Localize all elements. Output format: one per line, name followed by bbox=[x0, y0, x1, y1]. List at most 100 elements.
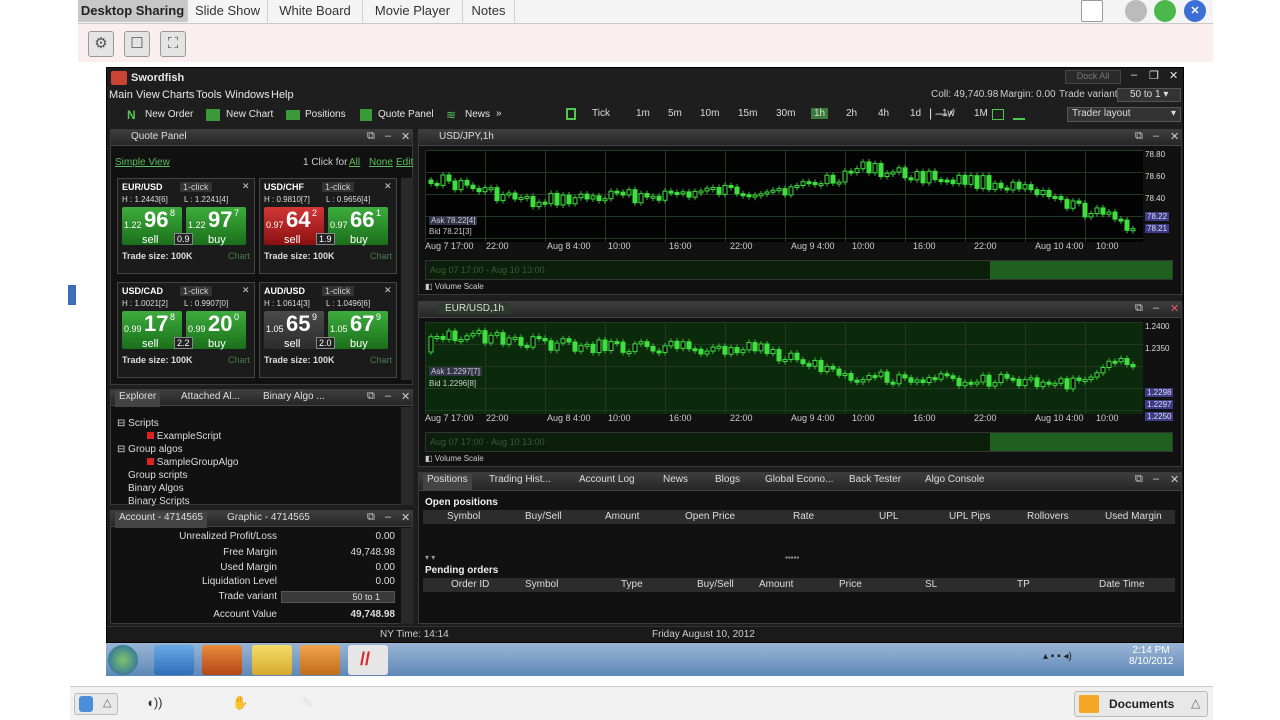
column-header[interactable]: Symbol bbox=[447, 511, 480, 522]
timeframe-15m[interactable]: 15m bbox=[735, 108, 760, 119]
chart1-navigator[interactable]: Aug 07 17:00 - Aug 10 13:00 bbox=[425, 260, 1173, 280]
column-header[interactable]: Symbol bbox=[525, 579, 558, 590]
tab-slide-show[interactable]: Slide Show bbox=[188, 0, 268, 22]
tab-algo-console[interactable]: Algo Console bbox=[925, 474, 984, 490]
menu-view[interactable]: View bbox=[136, 89, 160, 101]
edit-link[interactable]: Edit bbox=[396, 157, 413, 168]
tree-scripts[interactable]: ⊟ Scripts bbox=[117, 418, 159, 429]
chart1-plot[interactable] bbox=[425, 150, 1143, 242]
tab-attached-algos[interactable]: Attached Al... bbox=[181, 391, 240, 407]
timeframe-tick[interactable]: Tick bbox=[589, 108, 613, 119]
speaker-icon[interactable]: ◖)) bbox=[146, 695, 163, 710]
region-select-icon[interactable]: ⛶ bbox=[160, 31, 186, 57]
tab-account-log[interactable]: Account Log bbox=[579, 474, 635, 490]
menu-main[interactable]: Main bbox=[109, 89, 133, 101]
tile-close-icon[interactable]: ✕ bbox=[242, 181, 250, 192]
tile-mode[interactable]: 1-click bbox=[180, 182, 212, 192]
tree-binary-scripts[interactable]: Binary Scripts bbox=[128, 496, 190, 506]
window-select-icon[interactable]: ☐ bbox=[124, 31, 150, 57]
tab-graphic[interactable]: Graphic - 4714565 bbox=[227, 512, 310, 528]
indicator-icon[interactable] bbox=[992, 109, 1004, 120]
simple-view-link[interactable]: Simple View bbox=[115, 157, 170, 168]
menu-tools[interactable]: Tools bbox=[196, 89, 222, 101]
fullscreen-icon[interactable] bbox=[1081, 0, 1103, 22]
navigator-window[interactable] bbox=[990, 433, 1172, 451]
tile-pair[interactable]: USD/CAD bbox=[122, 286, 163, 296]
timeframe-10m[interactable]: 10m bbox=[697, 108, 722, 119]
column-header[interactable]: Rate bbox=[793, 511, 814, 522]
tab-desktop-sharing[interactable]: Desktop Sharing bbox=[78, 0, 188, 22]
column-header[interactable]: UPL bbox=[879, 511, 898, 522]
chart-link[interactable]: Chart bbox=[228, 251, 250, 261]
trade-size[interactable]: Trade size: 100K bbox=[264, 251, 335, 261]
settings-icon[interactable]: ⚙ bbox=[88, 31, 114, 57]
column-header[interactable]: UPL Pips bbox=[949, 511, 990, 522]
tab-back-tester[interactable]: Back Tester bbox=[849, 474, 901, 490]
trade-variant-select[interactable]: 50 to 1 ▾ bbox=[1117, 88, 1181, 102]
undock-icon[interactable]: ⧉ bbox=[367, 130, 375, 143]
tile-pair[interactable]: EUR/USD bbox=[122, 182, 163, 192]
minimize-panel-icon[interactable]: ‒ bbox=[385, 511, 391, 523]
side-handle[interactable] bbox=[68, 285, 76, 305]
news-button[interactable]: News bbox=[465, 109, 490, 120]
tile-pair[interactable]: AUD/USD bbox=[264, 286, 305, 296]
undock-icon[interactable]: ⧉ bbox=[1135, 130, 1143, 143]
start-button-icon[interactable] bbox=[108, 645, 138, 675]
chart-link[interactable]: Chart bbox=[370, 251, 392, 261]
gear-icon[interactable] bbox=[1125, 0, 1147, 22]
column-header[interactable]: Order ID bbox=[451, 579, 489, 590]
column-header[interactable]: Amount bbox=[759, 579, 793, 590]
menu-charts[interactable]: Charts bbox=[162, 89, 194, 101]
pen-icon[interactable]: ✎ bbox=[302, 695, 313, 711]
window-close-icon[interactable]: ✕ bbox=[1169, 69, 1178, 82]
tile-mode[interactable]: 1-click bbox=[322, 182, 354, 192]
tile-close-icon[interactable]: ✕ bbox=[242, 285, 250, 296]
undock-icon[interactable]: ⧉ bbox=[367, 390, 375, 403]
tile-mode[interactable]: 1-click bbox=[322, 286, 354, 296]
media-player-icon[interactable] bbox=[300, 645, 340, 675]
trade-size[interactable]: Trade size: 100K bbox=[122, 355, 193, 365]
close-panel-icon[interactable]: ✕ bbox=[401, 390, 410, 403]
documents-button[interactable]: Documents △ bbox=[1074, 691, 1208, 717]
trade-size[interactable]: Trade size: 100K bbox=[122, 251, 193, 261]
chart-link[interactable]: Chart bbox=[370, 355, 392, 365]
swordfish-taskbar-icon[interactable]: // bbox=[348, 645, 388, 675]
minimize-panel-icon[interactable]: ‒ bbox=[1153, 302, 1159, 314]
minimize-icon[interactable]: ‒ bbox=[1131, 69, 1137, 81]
buy-button[interactable]: 1.22 97 7 buy bbox=[186, 207, 246, 246]
studies-icon[interactable] bbox=[1013, 109, 1025, 120]
close-panel-icon[interactable]: ✕ bbox=[1170, 473, 1179, 486]
tab-news[interactable]: News bbox=[663, 474, 688, 490]
trade-size[interactable]: Trade size: 100K bbox=[264, 355, 335, 365]
more-toolbar-button[interactable]: » bbox=[496, 108, 502, 119]
column-header[interactable]: Buy/Sell bbox=[525, 511, 562, 522]
minimize-panel-icon[interactable]: ‒ bbox=[385, 130, 391, 142]
tree-group-scripts[interactable]: Group scripts bbox=[128, 470, 187, 481]
all-link[interactable]: All bbox=[349, 157, 360, 168]
column-header[interactable]: TP bbox=[1017, 579, 1030, 590]
hand-icon[interactable]: ✋ bbox=[232, 695, 248, 711]
quote-scrollbar[interactable] bbox=[401, 178, 413, 380]
explorer-scrollbar[interactable] bbox=[401, 407, 413, 505]
splitter-handle[interactable]: ▪▪▪▪▪ bbox=[785, 553, 799, 562]
buy-button[interactable]: 1.05 67 9 buy bbox=[328, 311, 388, 350]
sell-button[interactable]: 1.05 65 9 sell bbox=[264, 311, 324, 350]
crosshair-icon[interactable]: | ― ⁄ bbox=[929, 106, 953, 120]
tab-blogs[interactable]: Blogs bbox=[715, 474, 740, 490]
tab-global-econo-[interactable]: Global Econo... bbox=[765, 474, 833, 490]
tab-account[interactable]: Account - 4714565 bbox=[115, 512, 207, 528]
menu-windows[interactable]: Windows bbox=[225, 89, 270, 101]
tab-positions[interactable]: Positions bbox=[423, 474, 472, 490]
close-panel-icon[interactable]: ✕ bbox=[1170, 130, 1179, 143]
column-header[interactable]: Rollovers bbox=[1027, 511, 1069, 522]
timeframe-1m[interactable]: 1m bbox=[633, 108, 653, 119]
ie-icon[interactable] bbox=[154, 645, 194, 675]
tree-sample-group-algo[interactable]: SampleGroupAlgo bbox=[147, 457, 239, 468]
navigator-window[interactable] bbox=[990, 261, 1172, 279]
timeframe-30m[interactable]: 30m bbox=[773, 108, 798, 119]
trade-variant-select[interactable]: 50 to 1 bbox=[281, 591, 395, 603]
restore-icon[interactable]: ❐ bbox=[1149, 69, 1159, 82]
tab-binary-algo[interactable]: Binary Algo ... bbox=[263, 391, 325, 407]
timeframe-2h[interactable]: 2h bbox=[843, 108, 860, 119]
column-header[interactable]: Date Time bbox=[1099, 579, 1145, 590]
